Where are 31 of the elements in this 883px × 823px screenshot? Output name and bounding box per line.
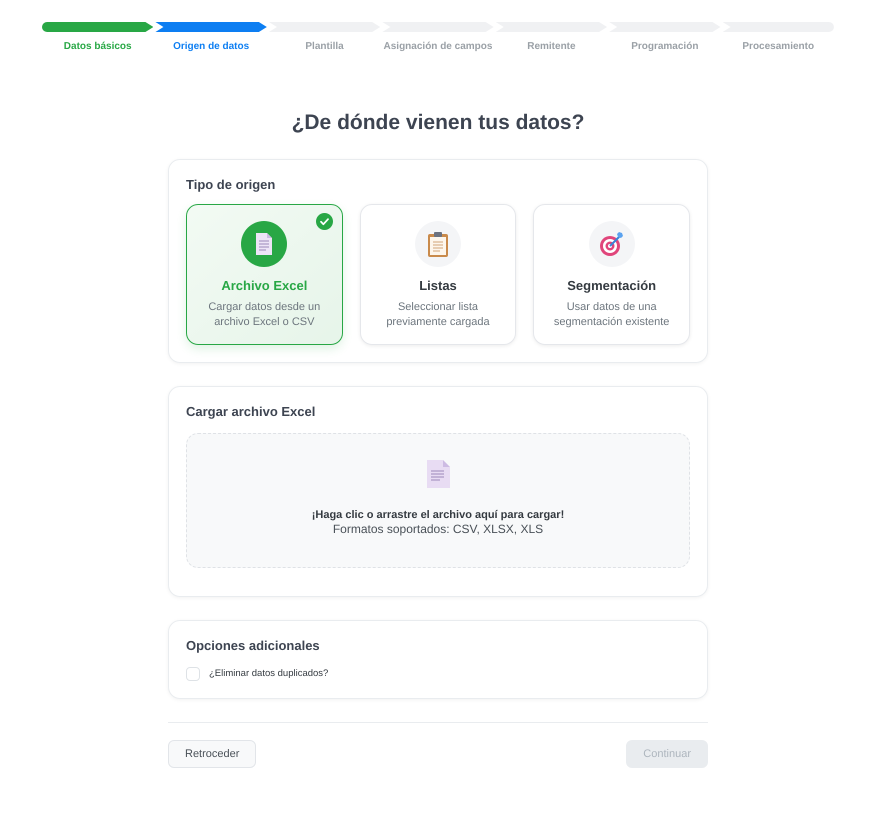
option-description: Usar datos de una segmentación existente xyxy=(552,300,670,330)
back-button[interactable]: Retroceder xyxy=(168,740,256,768)
page-title: ¿De dónde vienen tus datos? xyxy=(290,110,586,136)
step-label: Plantilla xyxy=(305,41,344,53)
step-label: Remitente xyxy=(527,41,576,53)
section-title: Cargar archivo Excel xyxy=(186,404,316,420)
clipboard-icon xyxy=(414,221,461,267)
option-description: Cargar datos desde un archivo Excel o CSV xyxy=(207,300,322,330)
step-label: Programación xyxy=(631,41,698,53)
target-icon xyxy=(588,221,635,267)
option-title: Segmentación xyxy=(567,278,656,294)
checkbox-label: ¿Eliminar datos duplicados? xyxy=(209,668,328,680)
file-drop-zone[interactable]: ¡Haga clic o arrastre el archivo aquí para cargar! Formatos soportados: CSV, XLSX, XLS xyxy=(186,433,690,568)
step-label: Asignación de campos xyxy=(384,41,492,53)
step-label: Origen de datos xyxy=(173,41,250,53)
section-title: Opciones adicionales xyxy=(186,638,321,654)
source-option-card[interactable]: Archivo Excel Cargar datos desde un archivo Excel o CSV xyxy=(186,204,343,345)
option-description: Seleccionar lista previamente cargada xyxy=(385,300,491,330)
supported-formats: Formatos soportados: CSV, XLSX, XLS xyxy=(332,522,544,536)
source-option-card[interactable]: Listas Seleccionar lista previamente cargada xyxy=(360,204,516,345)
step-label: Procesamiento xyxy=(742,41,814,53)
step-label: Datos básicos xyxy=(64,41,132,53)
option-title: Archivo Excel xyxy=(221,278,308,294)
option-title: Listas xyxy=(419,278,457,294)
document-icon xyxy=(426,460,450,488)
source-option-card[interactable]: Segmentación Usar datos de una segmentación existente xyxy=(533,204,690,345)
document-icon xyxy=(241,221,288,267)
section-title: Tipo de origen xyxy=(186,177,276,193)
upload-prompt: ¡Haga clic o arrastre el archivo aquí para cargar! xyxy=(312,508,564,522)
checkmark-icon xyxy=(316,213,333,230)
checkbox[interactable] xyxy=(186,667,200,681)
